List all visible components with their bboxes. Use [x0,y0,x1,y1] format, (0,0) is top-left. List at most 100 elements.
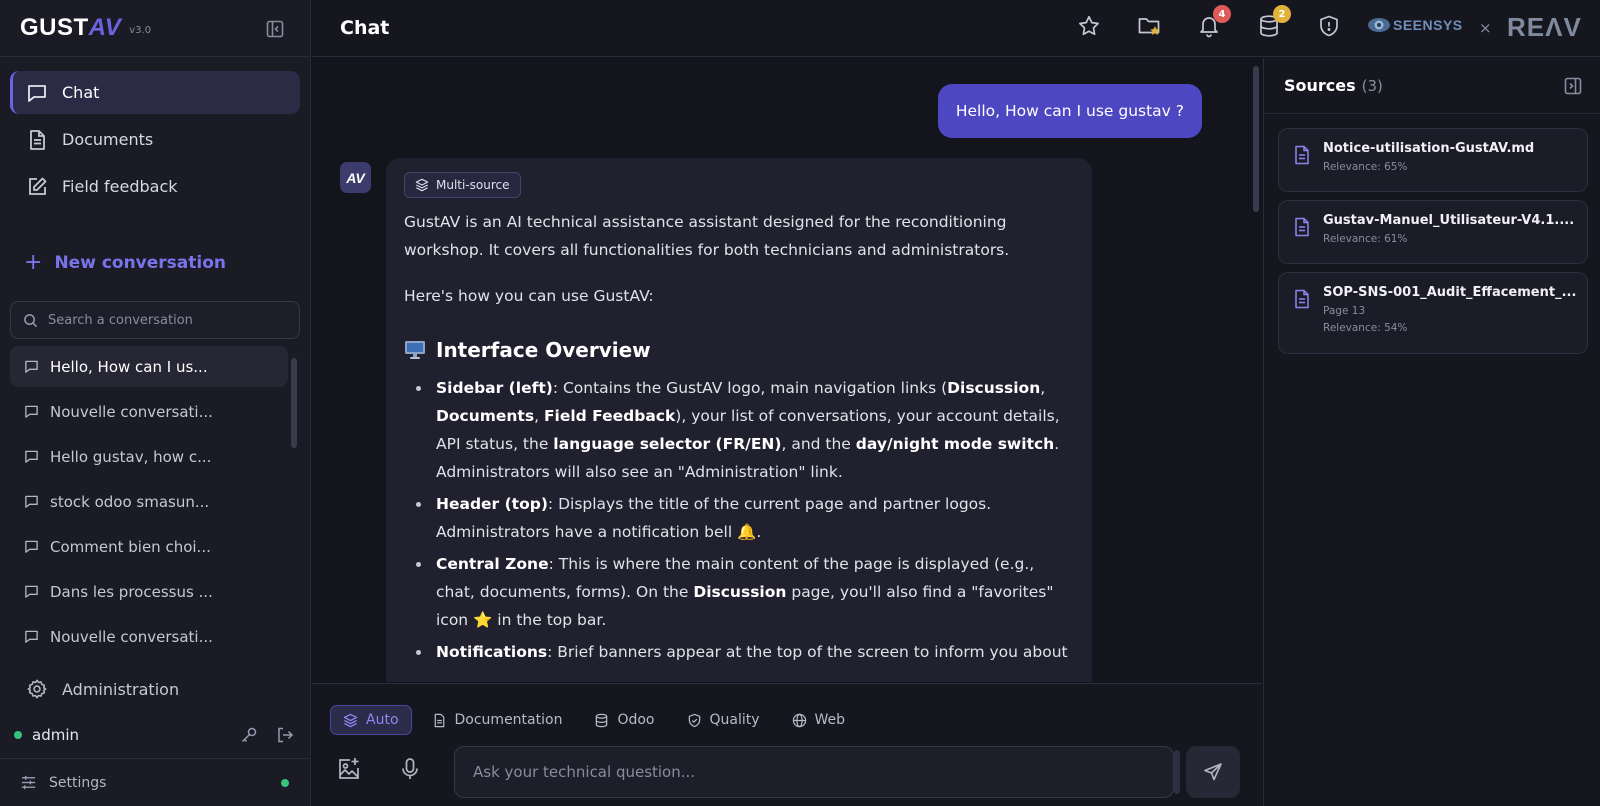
globe-icon [792,713,806,727]
mode-odoo[interactable]: Odoo [582,705,666,735]
source-card[interactable]: SOP-SNS-001_Audit_Effacement_... Page 13… [1278,272,1588,354]
conversation-title: Hello, How can I us... [50,357,208,376]
administration-label: Administration [62,679,180,699]
conversation-item[interactable]: Hello gustav, how c... [10,436,288,477]
list-item: Central Zone: This is where the main con… [404,550,1074,634]
chat-icon [28,84,46,102]
partner-logo-seensys: SEENSYS [1367,16,1463,34]
message-icon [25,495,38,508]
microphone-icon[interactable] [397,756,423,782]
conversation-item[interactable]: Comment bien choi... [10,526,288,567]
question-box [454,746,1174,798]
search-input[interactable] [48,312,288,328]
list-item: Sidebar (left): Contains the GustAV logo… [404,374,1074,486]
nav-item-field-feedback[interactable]: Field feedback [10,165,300,208]
folder-star-icon [1138,18,1160,35]
conversation-item[interactable]: Hello, How can I us... [10,346,288,387]
nav-item-label: Field feedback [62,177,178,196]
list-item: Notifications: Brief banners appear at t… [404,638,1074,666]
page-title: Chat [340,17,390,39]
document-icon [434,713,444,727]
nav-item-label: Chat [62,83,100,102]
composer: Auto Documentation Odoo Quality Web [312,683,1262,806]
message-icon [25,585,38,598]
administration-link[interactable]: Administration [26,678,179,700]
collapse-sidebar-icon[interactable] [266,20,284,38]
conversation-title: Dans les processus ... [50,582,213,601]
monitor-icon [405,341,425,359]
assistant-message: Multi-source GustAV is an AI technical a… [386,158,1092,682]
mode-documentation[interactable]: Documentation [420,705,575,735]
source-relevance: Relevance: 61% [1323,233,1408,245]
main-nav: Chat Documents Field feedback [0,57,310,208]
conversation-item[interactable]: Nouvelle conversati... [10,616,288,657]
mode-auto[interactable]: Auto [330,705,412,735]
app-logo[interactable]: GUSTAV [20,14,121,42]
source-card[interactable]: Notice-utilisation-GustAV.md Relevance: … [1278,128,1588,192]
send-button[interactable] [1186,746,1240,798]
conversation-item[interactable]: Dans les processus ... [10,571,288,612]
list-item: Header (top): Displays the title of the … [404,490,1074,546]
source-card[interactable]: Gustav-Manuel_Utilisateur-V4.1.... Relev… [1278,200,1588,264]
source-name: SOP-SNS-001_Audit_Effacement_... [1323,285,1577,300]
message-icon [25,405,38,418]
scrollbar-thumb[interactable] [1253,66,1259,212]
source-name: Gustav-Manuel_Utilisateur-V4.1.... [1323,213,1575,228]
settings-row[interactable]: Settings [0,758,311,806]
top-header: Chat 4 2 SEENSYS × REΛV [312,0,1600,57]
assistant-howto: Here's how you can use GustAV: [404,287,654,305]
message-icon [25,360,38,373]
conversation-scrollbar[interactable] [291,350,297,670]
database-button[interactable]: 2 [1257,5,1291,38]
user-row: admin [14,722,294,748]
conversation-item[interactable]: Nouvelle conversati... [10,391,288,432]
key-icon[interactable] [240,726,258,744]
user-message: Hello, How can I use gustav ? [937,84,1202,138]
chat-scrollbar[interactable] [1253,62,1259,678]
shield-check-icon [688,713,700,727]
security-button[interactable] [1317,14,1341,38]
file-icon [1295,217,1309,237]
partner-logo-reav: REΛV [1507,12,1582,42]
assistant-avatar: AV [340,162,371,193]
conversation-item[interactable]: stock odoo smasun... [10,481,288,522]
online-status-dot [14,731,22,739]
question-scrollbar[interactable] [1174,750,1180,794]
sources-header: Sources (3) [1264,58,1600,114]
message-icon [25,450,38,463]
logout-icon[interactable] [276,726,294,744]
plus-icon: + [24,250,43,275]
settings-label: Settings [49,774,107,791]
new-conversation-button[interactable]: + New conversation [24,250,310,275]
notifications-button[interactable]: 4 [1197,5,1231,38]
multi-source-chip: Multi-source [404,172,521,198]
scrollbar-thumb[interactable] [291,358,297,448]
message-icon [25,630,38,643]
eye-logo-icon [1368,18,1390,32]
sidebar: GUSTAV v3.0 Chat Documents Field feedbac… [0,0,311,806]
file-icon [1295,145,1309,165]
sidebar-header: GUSTAV v3.0 [0,0,310,57]
search-box [10,301,300,339]
conversation-title: Nouvelle conversati... [50,627,213,646]
attach-image-icon[interactable] [336,756,362,782]
favorite-folder-button[interactable] [1137,14,1161,38]
question-input[interactable] [473,763,1133,781]
nav-item-documents[interactable]: Documents [10,118,300,161]
mode-quality[interactable]: Quality [675,705,772,735]
chat-area: Hello, How can I use gustav ? AV Multi-s… [312,58,1248,682]
edit-icon [29,177,47,195]
conversation-title: stock odoo smasun... [50,492,210,511]
conversation-title: Hello gustav, how c... [50,447,212,466]
mode-web[interactable]: Web [780,705,858,735]
source-name: Notice-utilisation-GustAV.md [1323,141,1535,156]
nav-item-label: Documents [62,130,154,149]
source-page: Page 13 [1323,305,1366,317]
close-panel-icon[interactable] [1564,77,1582,95]
layers-icon [343,713,358,727]
api-status-dot [281,778,289,787]
nav-item-chat[interactable]: Chat [10,71,300,114]
sources-title: Sources [1284,76,1356,95]
header-icons: 4 2 [1077,5,1377,38]
favorites-button[interactable] [1077,14,1101,38]
